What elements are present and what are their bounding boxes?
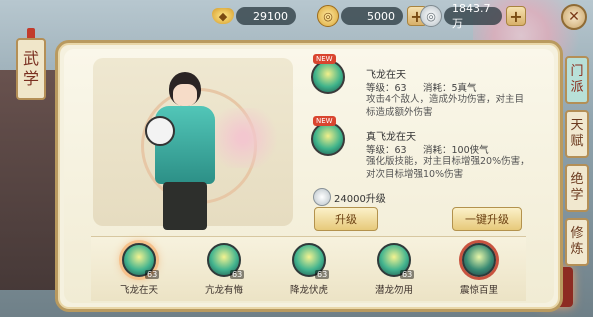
skill-description: 强化版技能，对主目标增强20%伤害，对次目标增强10%伤害 (366, 156, 530, 180)
silver-amount: 1843.7万 (444, 2, 502, 30)
panda-plush (145, 116, 175, 146)
skill-slot[interactable]: 63 潜龙勿用 (356, 239, 426, 301)
tab-ultimate[interactable]: 绝 学 (565, 164, 589, 212)
skill-name: 飞龙在天 (366, 70, 406, 81)
coin-icon: ◎ (317, 5, 339, 27)
skill-slot-level: 63 (145, 270, 160, 279)
skill-slot-bar: 63 飞龙在天 63 亢龙有悔 63 降龙伏虎 63 潜龙勿用 震惊百里 (91, 236, 526, 301)
skill-detail-current: NEW 飞龙在天 等级：63 消耗：5真气 攻击4个敌人，造成外功伤害，对主目标… (311, 54, 524, 120)
skill-name: 真飞龙在天 (366, 132, 416, 143)
skill-slot[interactable]: 63 飞龙在天 (101, 239, 171, 301)
temple-decoration (0, 70, 60, 290)
gold-currency: ◆ 29100 (212, 4, 296, 28)
gold-ingot-icon: ◆ (212, 8, 234, 24)
tab-talent[interactable]: 天 赋 (565, 110, 589, 158)
skill-cost: 消耗：5真气 (423, 83, 477, 94)
skill-slot[interactable]: 63 亢龙有悔 (186, 239, 256, 301)
tab-talent-label: 天 赋 (570, 118, 584, 149)
skill-cost: 消耗：100侠气 (423, 145, 489, 156)
skill-slot-level: 63 (230, 270, 245, 279)
skill-slot-name: 降龙伏虎 (289, 285, 328, 296)
skill-slot[interactable]: 63 降龙伏虎 (271, 239, 341, 301)
skill-level: 等级：63 (366, 83, 407, 94)
silver-coin-icon: ◎ (420, 5, 442, 27)
true-flying-dragon-skill-icon (311, 122, 345, 156)
character-legs (163, 182, 207, 230)
skill-slot-name: 飞龙在天 (119, 285, 158, 296)
currency-bar: ◆ 29100 ◎ 5000 + ◎ 1843.7万 + (212, 2, 526, 30)
skill-slot-level: 63 (315, 270, 330, 279)
flying-dragon-skill-icon (311, 60, 345, 94)
side-tabs: 门 派 天 赋 绝 学 修 炼 (565, 56, 591, 272)
skill-description: 攻击4个敌人，造成外功伤害，对主目标造成额外伤害 (366, 94, 525, 118)
gold-amount: 29100 (236, 7, 296, 25)
skill-slot[interactable]: 震惊百里 (441, 239, 511, 301)
skill-slot-name: 亢龙有悔 (204, 285, 243, 296)
skill-slot-level: 63 (400, 270, 415, 279)
upgrade-cost: 24000升级 (313, 188, 386, 206)
skill-slot-name: 震惊百里 (459, 285, 498, 296)
tab-cultivate-label: 修 炼 (570, 226, 584, 257)
add-silver-button[interactable]: + (506, 6, 526, 26)
yuanbao-amount: 5000 (341, 7, 403, 25)
skill-level: 等级：63 (366, 145, 407, 156)
character-face (173, 84, 197, 106)
thunder-shock-skill-icon (462, 243, 496, 277)
character-model (145, 72, 225, 232)
silver-currency: ◎ 1843.7万 + (420, 2, 526, 30)
close-button[interactable]: ✕ (561, 4, 587, 30)
upgrade-cost-text: 24000升级 (334, 193, 386, 205)
upgrade-all-button[interactable]: 一键升级 (452, 207, 522, 231)
skill-detail-next: NEW 真飞龙在天 等级：63 消耗：100侠气 强化版技能，对主目标增强20%… (311, 116, 530, 182)
tab-ultimate-label: 绝 学 (570, 172, 584, 203)
tab-sect-label: 门 派 (570, 64, 584, 95)
skill-slot-name: 潜龙勿用 (374, 285, 413, 296)
panel-title: 武 学 (16, 38, 46, 100)
yuanbao-currency: ◎ 5000 + (317, 4, 427, 28)
new-badge: NEW (313, 54, 336, 64)
tab-sect[interactable]: 门 派 (565, 56, 589, 104)
panel-title-text: 武 学 (22, 49, 39, 88)
tab-cultivate[interactable]: 修 炼 (565, 218, 589, 266)
new-badge: NEW (313, 116, 336, 126)
upgrade-button[interactable]: 升级 (314, 207, 378, 231)
silver-coin-icon (313, 188, 331, 206)
